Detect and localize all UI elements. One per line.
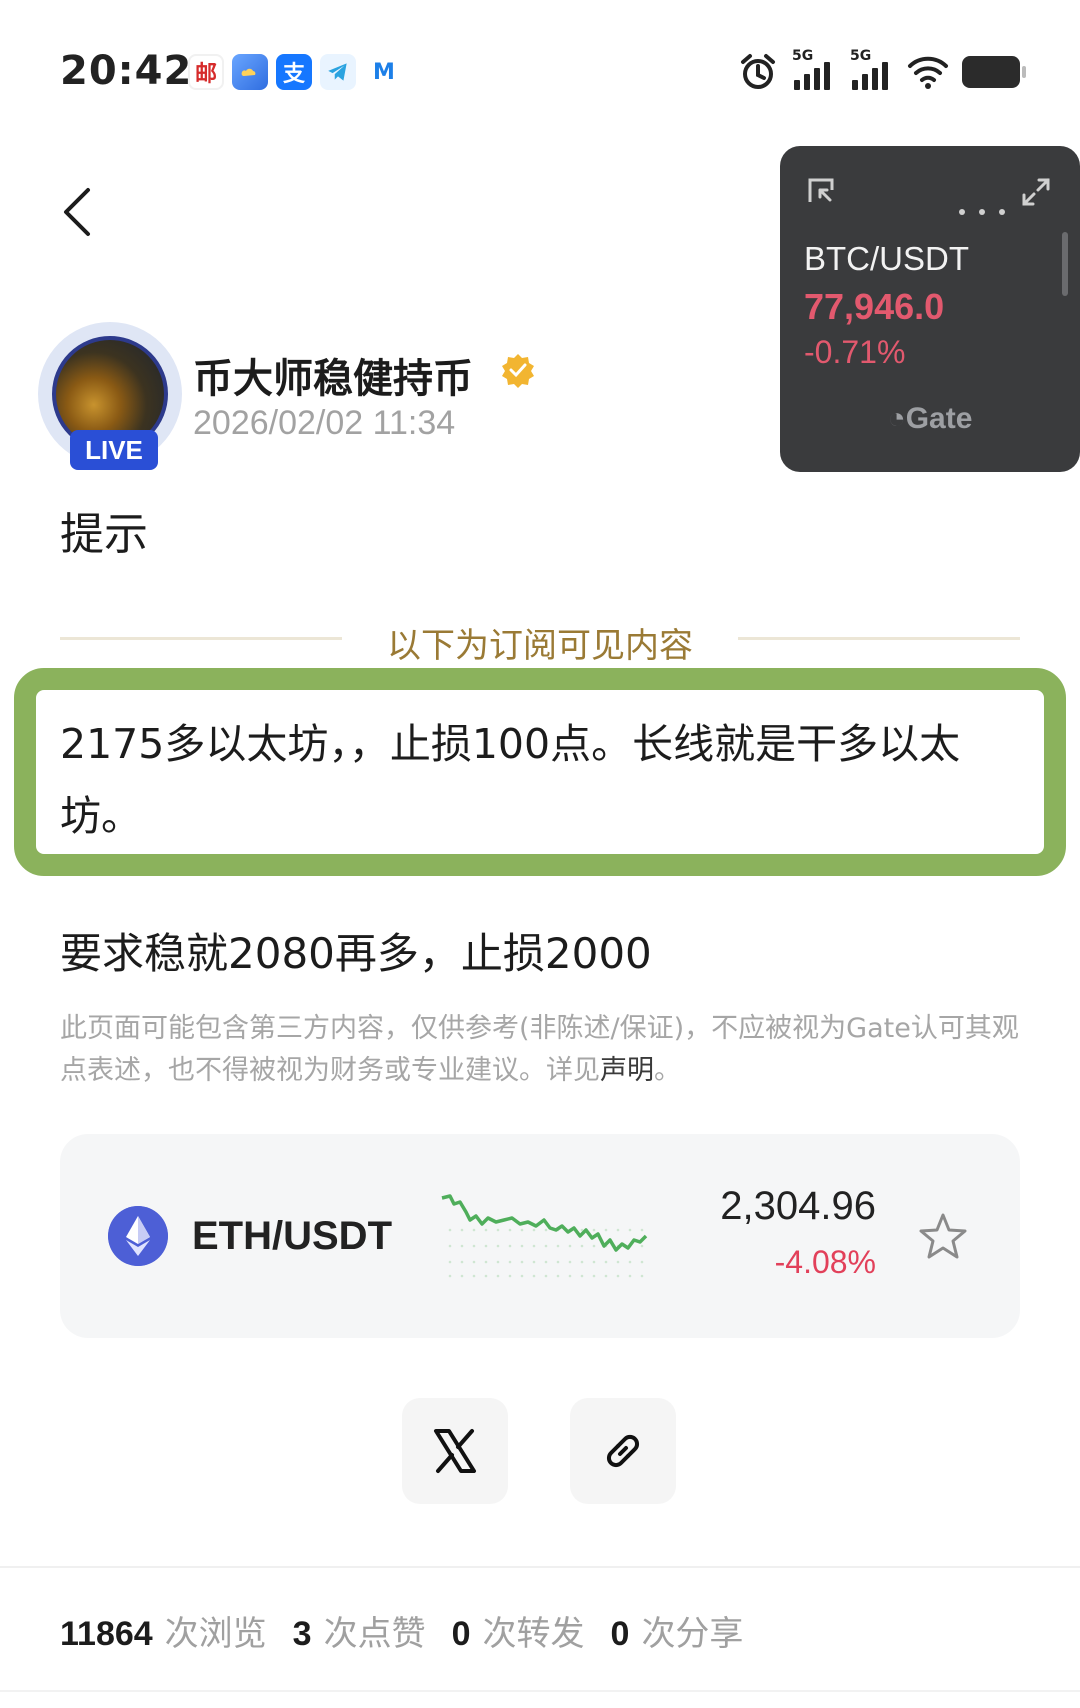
author-name[interactable]: 币大师稳健持币 — [193, 346, 473, 404]
wifi-icon — [908, 56, 948, 89]
post-hint-text: 提示 — [60, 509, 148, 560]
post-time: 2026/02/02 11:34 — [193, 404, 456, 442]
back-button[interactable] — [58, 182, 98, 242]
expand-icon[interactable] — [1020, 176, 1052, 208]
stat-shares: 0 次分享 — [610, 1614, 744, 1654]
disclaimer: 此页面可能包含第三方内容，仅供参考(非陈述/保证)，不应被视为Gate认可其观点… — [60, 1013, 1019, 1086]
mail-app-icon: 邮 — [188, 54, 224, 90]
telegram-icon — [320, 54, 356, 90]
bottom-separator — [0, 1690, 1080, 1692]
ticker-pair: BTC/USDT — [804, 240, 969, 277]
m-app-icon: M — [366, 54, 402, 90]
alipay-icon: 支 — [276, 54, 312, 90]
chevron-left-icon — [64, 188, 90, 236]
disclaimer-link[interactable]: 声明 — [600, 1055, 654, 1086]
ethereum-icon — [108, 1206, 168, 1266]
copy-link-button[interactable] — [570, 1398, 676, 1504]
stat-reposts: 0 次转发 — [451, 1614, 585, 1654]
more-dots-icon[interactable] — [956, 206, 1008, 218]
stat-likes: 3 次点赞 — [292, 1614, 426, 1654]
ticker-scrollbar[interactable] — [1062, 232, 1068, 296]
share-x-button[interactable] — [402, 1398, 508, 1504]
token-card[interactable]: ETH/USDT 2,304.96 -4.08% — [60, 1134, 1020, 1338]
token-price: 2,304.96 — [720, 1184, 876, 1228]
subscriber-content: 2175多以太坊，，止损100点。长线就是干多以太坊。 — [60, 720, 961, 840]
floating-ticker-widget[interactable]: BTC/USDT 77,946.0 -0.71% ◔Gate — [780, 146, 1080, 472]
stat-views: 11864 次浏览 — [60, 1614, 267, 1654]
token-change: -4.08% — [774, 1244, 876, 1280]
x-logo-icon — [434, 1429, 476, 1473]
post-body-text: 要求稳就2080再多，止损2000 — [60, 929, 652, 978]
stats-separator — [0, 1566, 1080, 1568]
signal-icon: 5G — [790, 48, 836, 92]
link-icon — [606, 1434, 640, 1468]
ticker-price: 77,946.0 — [804, 286, 945, 327]
status-time: 20:42 — [60, 48, 193, 94]
live-badge: LIVE — [70, 430, 158, 470]
token-pair: ETH/USDT — [192, 1214, 392, 1258]
alarm-icon — [741, 54, 775, 89]
verified-badge-icon — [502, 354, 534, 388]
subscription-divider-label: 以下为订阅可见内容 — [387, 626, 693, 666]
post-stats: 11864 次浏览 3 次点赞 0 次转发 0 次分享 — [60, 1606, 743, 1655]
divider-line-right — [738, 637, 1020, 640]
status-icons: 5G 5G — [738, 48, 1026, 92]
gate-logo: ◔Gate — [887, 402, 973, 435]
cloud-app-icon — [232, 54, 268, 90]
signal-icon: 5G — [848, 48, 894, 92]
picture-in-picture-icon[interactable] — [806, 176, 838, 208]
sparkline-line — [441, 1194, 648, 1252]
star-favorite-icon[interactable] — [916, 1210, 970, 1264]
gate-logo-mark: ◔ — [887, 402, 906, 435]
battery-icon — [962, 56, 1026, 88]
status-bar: 20:42 邮 支 M 5G 5G — [0, 0, 1080, 150]
sparkline-grid-dots — [448, 1228, 644, 1278]
ticker-change: -0.71% — [804, 334, 906, 370]
price-sparkline — [441, 1194, 648, 1278]
